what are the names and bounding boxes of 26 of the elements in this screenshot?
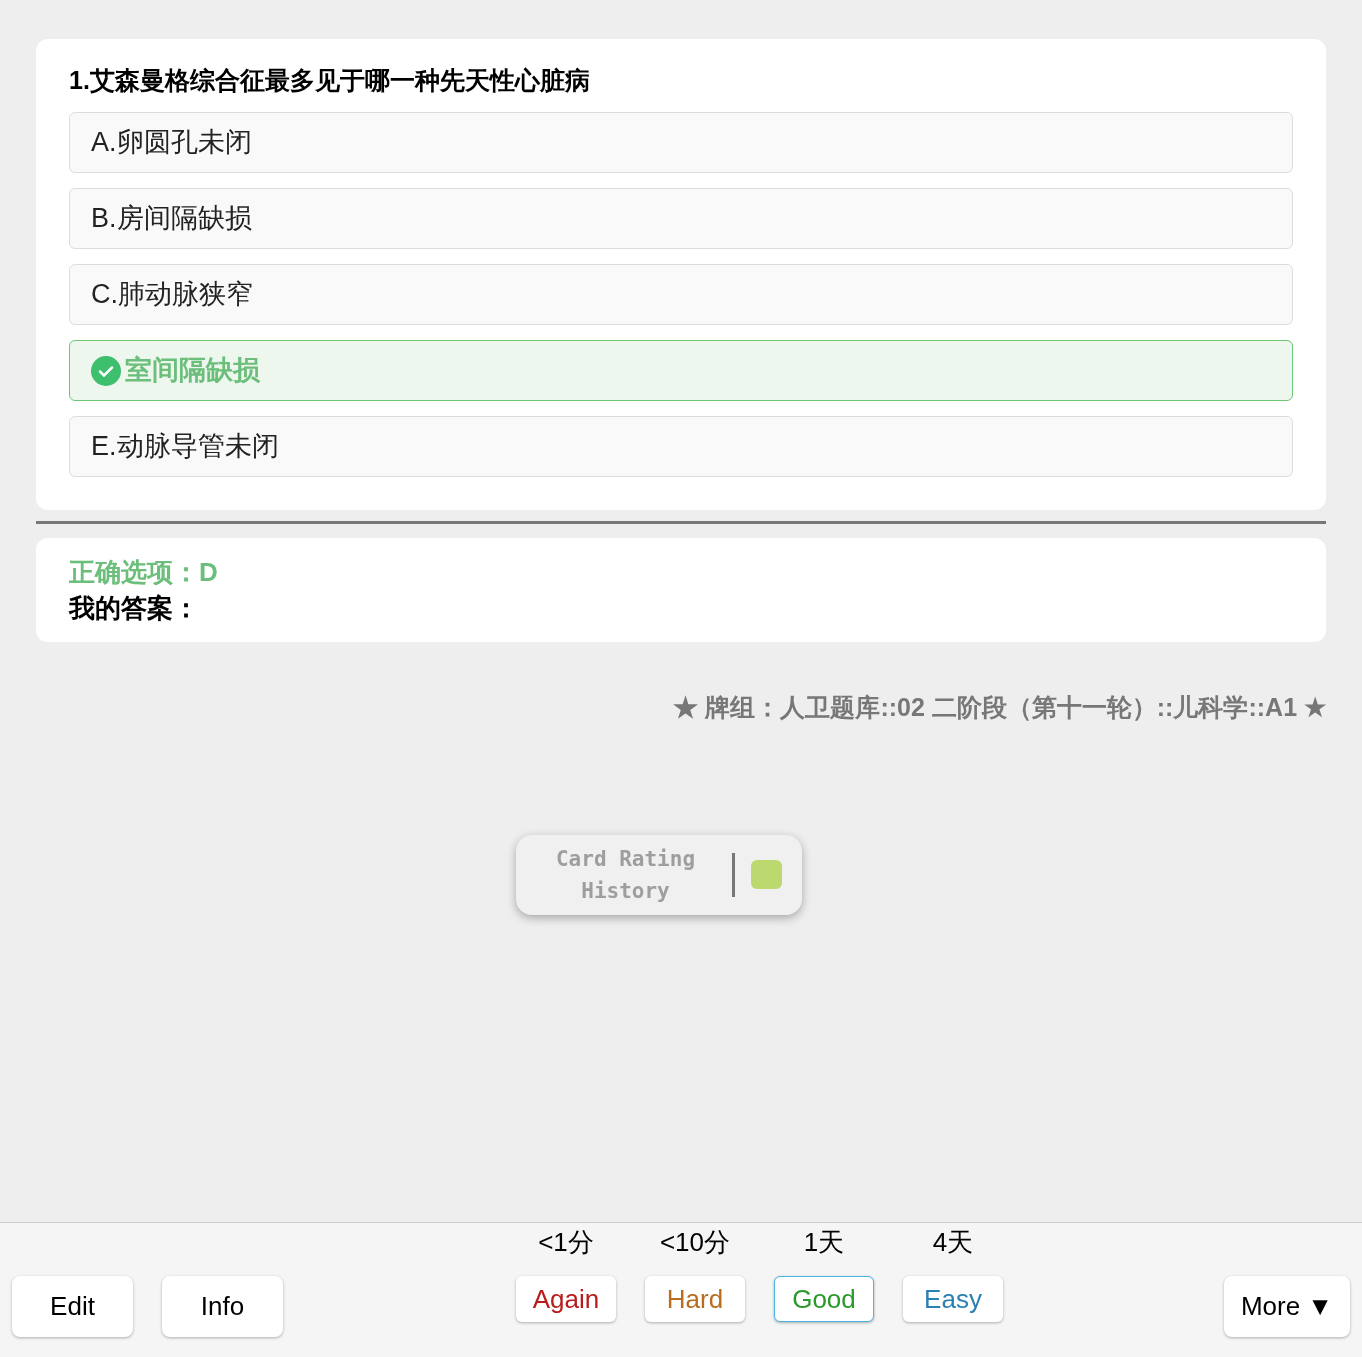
correct-answer-text: 正确选项：D (69, 556, 219, 589)
answer-option[interactable]: A.卵圆孔未闭 (69, 112, 1293, 173)
option-text: 室间隔缺损 (125, 354, 260, 388)
deck-name: ★ 牌组：人卫题库::02 二阶段（第十一轮）::儿科学::A1 ★ (673, 692, 1326, 723)
check-circle-icon (91, 355, 121, 386)
answer-button[interactable]: Hard (645, 1276, 745, 1322)
option-text: C.肺动脉狭窄 (91, 278, 253, 312)
answer-option[interactable]: E.动脉导管未闭 (69, 416, 1293, 477)
answer-button[interactable]: Easy (903, 1276, 1003, 1322)
answer-button[interactable]: Again (516, 1276, 616, 1322)
more-button[interactable]: More ▼ (1224, 1276, 1350, 1337)
interval-label: <10分 (659, 1226, 731, 1259)
answer-button[interactable]: Good (774, 1276, 874, 1322)
interval-label: <1分 (538, 1226, 594, 1259)
toolbar-button[interactable]: Info (162, 1276, 283, 1337)
option-text: B.房间隔缺损 (91, 202, 252, 236)
answer-option[interactable]: C.肺动脉狭窄 (69, 264, 1293, 325)
interval-label: 4天 (932, 1226, 974, 1259)
toolbar-button[interactable]: Edit (12, 1276, 133, 1337)
option-text: A.卵圆孔未闭 (91, 126, 252, 160)
rating-history-label: Card Rating History (554, 845, 697, 905)
answer-option[interactable]: B.房间隔缺损 (69, 188, 1293, 249)
question-title: 1.艾森曼格综合征最多见于哪一种先天性心脏病 (69, 65, 591, 96)
option-text: E.动脉导管未闭 (91, 430, 279, 464)
my-answer-text: 我的答案： (69, 592, 200, 625)
interval-label: 1天 (803, 1226, 845, 1259)
